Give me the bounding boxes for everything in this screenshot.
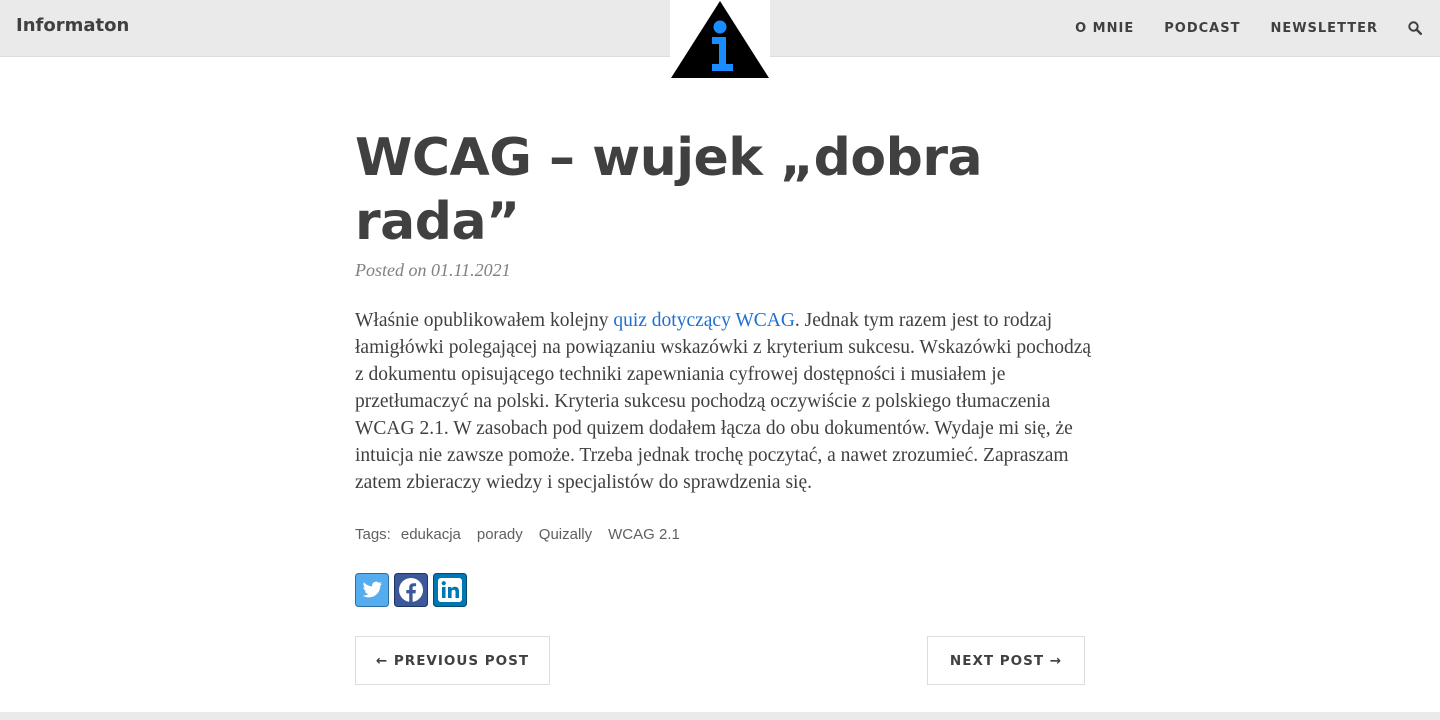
footer-edge: [0, 712, 1440, 720]
post-body: Właśnie opublikowałem kolejny quiz dotyc…: [355, 307, 1095, 496]
tag-quizally[interactable]: Quizally: [539, 526, 592, 543]
post-pager: ← PREVIOUS POST NEXT POST →: [355, 636, 1085, 685]
post-paragraph: Właśnie opublikowałem kolejny quiz dotyc…: [355, 307, 1095, 496]
previous-post-button[interactable]: ← PREVIOUS POST: [355, 636, 550, 685]
facebook-icon: [394, 573, 428, 607]
search-icon: [1408, 21, 1422, 35]
tag-edukacja[interactable]: edukacja: [401, 526, 461, 543]
tags-label: Tags:: [355, 526, 391, 543]
main-nav: O MNIE PODCAST NEWSLETTER: [1075, 0, 1440, 56]
post-meta: Posted on 01.11.2021: [355, 260, 511, 280]
body-text-before-link: Właśnie opublikowałem kolejny: [355, 310, 614, 331]
site-brand-link[interactable]: Informaton: [16, 15, 129, 36]
body-text-after-link: . Jednak tym razem jest to rodzaj łamigł…: [355, 310, 1092, 493]
site-logo-link[interactable]: [670, 0, 770, 80]
post-article: WCAG – wujek „dobra rada” Posted on 01.1…: [355, 126, 1091, 685]
quiz-link[interactable]: quiz dotyczący WCAG: [613, 310, 795, 331]
share-facebook-button[interactable]: [394, 573, 428, 607]
share-buttons: [355, 573, 1085, 607]
nav-item-newsletter[interactable]: NEWSLETTER: [1270, 21, 1378, 36]
twitter-icon: [355, 573, 389, 607]
tag-porady[interactable]: porady: [477, 526, 523, 543]
share-linkedin-button[interactable]: [433, 573, 467, 607]
tag-wcag-2-1[interactable]: WCAG 2.1: [608, 526, 680, 543]
search-button[interactable]: [1408, 21, 1422, 35]
share-twitter-button[interactable]: [355, 573, 389, 607]
next-post-button[interactable]: NEXT POST →: [927, 636, 1085, 685]
nav-item-o-mnie[interactable]: O MNIE: [1075, 21, 1134, 36]
post-title: WCAG – wujek „dobra rada”: [355, 128, 983, 252]
linkedin-icon: [433, 573, 467, 607]
post-tags: Tags: edukacja porady Quizally WCAG 2.1: [355, 526, 1085, 543]
info-triangle-logo-icon: [671, 1, 769, 78]
nav-item-podcast[interactable]: PODCAST: [1164, 21, 1240, 36]
